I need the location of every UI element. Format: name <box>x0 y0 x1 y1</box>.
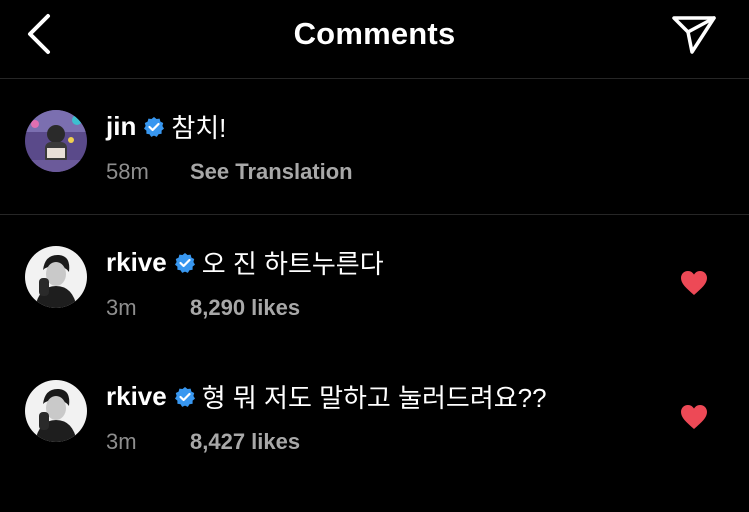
heart-filled-icon <box>681 405 707 429</box>
comment-item: rkive 형 뭐 저도 말하고 눌러드려요?? 3m 8,427 likes <box>0 374 749 494</box>
likes-count-link[interactable]: 8,290 likes <box>190 295 300 320</box>
comment-time: 3m <box>106 429 137 454</box>
avatar[interactable] <box>25 380 87 442</box>
comment-time: 3m <box>106 295 137 320</box>
avatar-image <box>25 380 87 442</box>
comment-header: rkive 형 뭐 저도 말하고 눌러드려요?? <box>106 378 547 415</box>
comment-text: 참치! <box>171 113 227 143</box>
comment-item: rkive 오 진 하트누른다 3m 8,290 likes <box>0 240 749 360</box>
header-bar: Comments <box>0 0 749 79</box>
comment-header: rkive 오 진 하트누른다 <box>106 244 384 281</box>
like-button[interactable] <box>680 270 708 296</box>
username[interactable]: jin <box>106 111 136 142</box>
comment-item: jin 참치! 58m See Translation <box>0 104 749 214</box>
username[interactable]: rkive <box>106 247 167 278</box>
comment-time: 58m <box>106 159 149 184</box>
share-button[interactable] <box>670 12 718 56</box>
avatar[interactable] <box>25 110 87 172</box>
paper-plane-icon <box>672 16 716 54</box>
comment-text: 형 뭐 저도 말하고 눌러드려요?? <box>201 383 547 413</box>
verified-badge-icon <box>144 116 165 137</box>
verified-badge-icon <box>174 386 195 407</box>
likes-count-link[interactable]: 8,427 likes <box>190 429 300 454</box>
like-button[interactable] <box>680 404 708 430</box>
avatar[interactable] <box>25 246 87 308</box>
avatar-image <box>25 110 87 172</box>
comment-meta: 3m 8,427 likes <box>106 429 300 455</box>
divider <box>0 214 749 215</box>
page-title: Comments <box>293 16 456 51</box>
avatar-image <box>25 246 87 308</box>
comment-meta: 58m See Translation <box>106 159 353 185</box>
see-translation-link[interactable]: See Translation <box>190 159 353 184</box>
username[interactable]: rkive <box>106 381 167 412</box>
heart-filled-icon <box>681 271 707 295</box>
comment-meta: 3m 8,290 likes <box>106 295 300 321</box>
verified-badge-icon <box>174 252 195 273</box>
comment-text: 오 진 하트누른다 <box>201 249 384 279</box>
comment-header: jin 참치! <box>106 108 226 145</box>
